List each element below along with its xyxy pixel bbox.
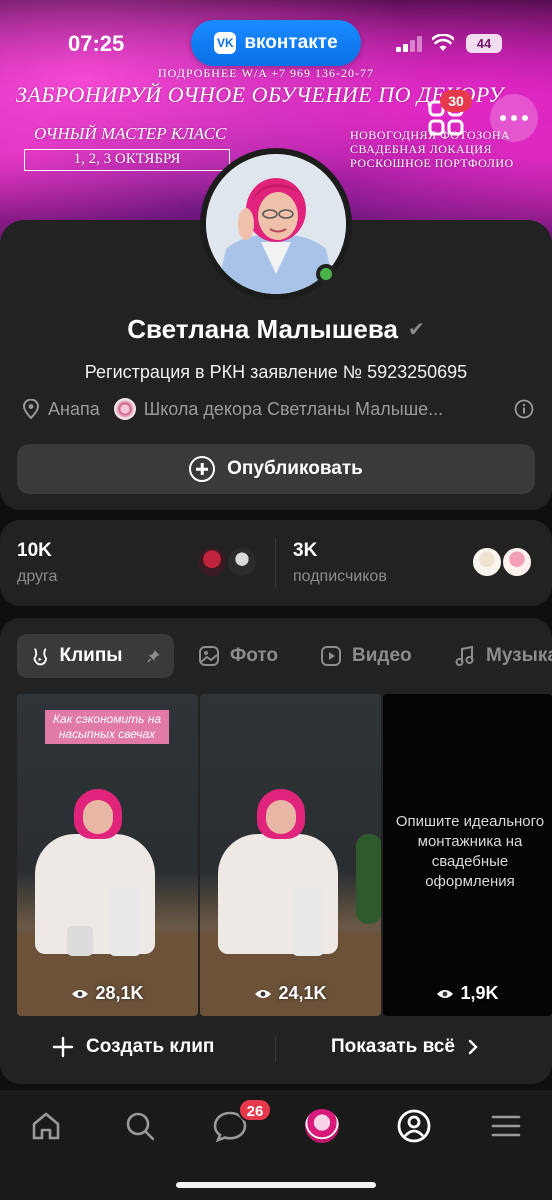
clip-views: 28,1K: [17, 983, 198, 1004]
clip-thumbnail[interactable]: Опишите идеального монтажника на свадебн…: [383, 694, 552, 1016]
followers-stat[interactable]: 3K подписчиков: [293, 540, 387, 586]
eye-icon: [437, 989, 454, 998]
profile-status[interactable]: Регистрация в РКН заявление № 5923250695: [0, 362, 552, 383]
clip-candle: [292, 886, 324, 956]
tab-video[interactable]: Видео: [320, 634, 412, 678]
app-pill[interactable]: VK вконтакте: [191, 20, 361, 66]
cover-contact: ПОДРОБНЕЕ W/A +7 969 136-20-77: [158, 66, 375, 80]
follower-avatar[interactable]: [471, 546, 503, 578]
clip-views: 24,1K: [200, 983, 381, 1004]
music-icon: [455, 645, 474, 666]
vk-logo-icon: VK: [214, 32, 237, 54]
clip-person-face: [83, 800, 113, 834]
plus-circle-icon: [189, 456, 216, 482]
publish-label: Опубликовать: [227, 458, 363, 479]
stats-divider: [275, 538, 276, 588]
info-icon[interactable]: [514, 399, 534, 419]
cover-list-item: РОСКОШНОЕ ПОРТФОЛИО: [350, 156, 514, 170]
clip-person-face: [266, 800, 296, 834]
qr-badge: 30: [440, 90, 472, 112]
cover-dates: 1, 2, 3 ОКТЯБРЯ: [24, 149, 230, 171]
wifi-icon: [432, 34, 454, 51]
friends-label: друга: [17, 568, 58, 585]
status-time: 07:25: [68, 31, 125, 56]
home-icon: [32, 1112, 60, 1140]
messages-badge: 26: [238, 1098, 272, 1122]
show-all-label: Показать всё: [331, 1036, 455, 1057]
dot-icon: [500, 115, 506, 121]
clip-thumbnail[interactable]: Как сэкономить на насыпных свечах 28,1K: [17, 694, 198, 1016]
profile-group-link[interactable]: Школа декора Светланы Малыше...: [144, 399, 443, 420]
group-avatar: [113, 398, 136, 420]
eye-icon: [255, 989, 272, 998]
home-indicator: [176, 1182, 376, 1188]
actions-divider: [275, 1036, 276, 1062]
followers-count: 3K: [293, 540, 318, 561]
clip-views-count: 1,9K: [460, 983, 499, 1003]
clip-caption: Опишите идеального монтажника на свадебн…: [395, 813, 545, 890]
tab-music[interactable]: Музыка: [454, 634, 552, 678]
dot-icon: [511, 115, 517, 121]
profile-name: Светлана Малышева: [127, 314, 398, 344]
clip-candle: [67, 926, 93, 956]
tab-clips[interactable]: Клипы: [17, 634, 174, 678]
menu-icon: [491, 1115, 521, 1137]
verified-icon: ✔: [407, 319, 425, 341]
clip-views: 1,9K: [383, 983, 552, 1004]
tab-photos-label: Фото: [230, 645, 279, 666]
clip-candle: [109, 886, 141, 956]
create-clip-button[interactable]: Создать клип: [52, 1036, 214, 1058]
friend-avatar[interactable]: [226, 546, 258, 578]
nav-profile[interactable]: [298, 1102, 346, 1150]
clips-icon: [33, 648, 48, 666]
location-pin-icon: [22, 399, 40, 419]
nav-account[interactable]: [390, 1102, 438, 1150]
follower-avatar[interactable]: [501, 546, 533, 578]
show-all-button[interactable]: Показать всё: [331, 1036, 479, 1058]
battery-indicator: 44: [466, 34, 502, 53]
tab-photos[interactable]: Фото: [198, 634, 278, 678]
nav-search[interactable]: [116, 1102, 164, 1150]
friends-stat[interactable]: 10K друга: [17, 540, 57, 586]
cover-list-item: СВАДЕБНАЯ ЛОКАЦИЯ: [350, 142, 492, 156]
signal-icon: [396, 36, 422, 52]
app-pill-label: вконтакте: [244, 32, 338, 53]
nav-home[interactable]: [22, 1102, 70, 1150]
more-button[interactable]: [490, 94, 538, 142]
clip-caption: Как сэкономить на насыпных свечах: [45, 710, 169, 744]
chevron-right-icon: [468, 1039, 478, 1055]
account-icon: [397, 1109, 431, 1143]
pin-icon: [146, 650, 160, 663]
search-icon: [126, 1112, 155, 1141]
profile-info-row[interactable]: Анапа Школа декора Светланы Малыше...: [22, 398, 534, 420]
profile-avatar-icon: [305, 1109, 339, 1143]
clip-plant: [356, 834, 381, 924]
clip-actions: Создать клип Показать всё: [0, 1026, 552, 1070]
plus-icon: [52, 1036, 74, 1058]
tab-video-label: Видео: [352, 645, 412, 666]
create-clip-label: Создать клип: [86, 1036, 215, 1057]
clips-card: Клипы Фото Видео Музыка Как сэкономить н…: [0, 618, 552, 1084]
clip-views-count: 28,1K: [95, 983, 144, 1003]
clip-thumbnail[interactable]: 24,1K: [200, 694, 381, 1016]
tab-clips-label: Клипы: [59, 645, 123, 666]
profile-city: Анапа: [48, 398, 100, 419]
clip-views-count: 24,1K: [278, 983, 327, 1003]
friends-count: 10K: [17, 540, 52, 561]
cover-subheadline: ОЧНЫЙ МАСТЕР КЛАСС: [34, 124, 227, 143]
stats-card: 10K друга 3K подписчиков: [0, 520, 552, 606]
photo-icon: [199, 646, 219, 666]
video-icon: [321, 646, 341, 666]
media-tabs: Клипы Фото Видео Музыка: [0, 634, 552, 678]
nav-menu[interactable]: [482, 1102, 530, 1150]
profile-name-row: Светлана Малышева ✔: [0, 314, 552, 345]
eye-icon: [72, 989, 89, 998]
publish-button[interactable]: Опубликовать: [17, 444, 535, 494]
followers-label: подписчиков: [293, 568, 387, 585]
tab-music-label: Музыка: [486, 645, 552, 666]
online-indicator: [316, 264, 336, 284]
dot-icon: [522, 115, 528, 121]
friend-avatar[interactable]: [196, 546, 228, 578]
